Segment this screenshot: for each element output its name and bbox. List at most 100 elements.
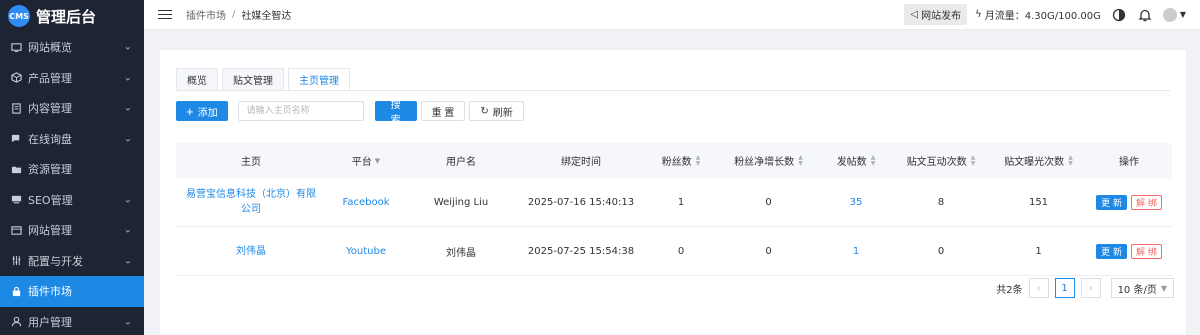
posts-count-link[interactable]: 1 xyxy=(853,246,859,257)
table-row: 易营宝信息科技（北京）有限公司 Facebook Weijing Liu 202… xyxy=(176,178,1172,227)
monitor-icon xyxy=(10,194,22,206)
dashboard-icon xyxy=(10,41,22,53)
monthly-traffic: ϟ 月流量：4.30G/100.00G xyxy=(975,7,1101,22)
toolbar: + 添加 搜 索 重 置 ↻ 刷新 xyxy=(176,100,524,126)
sidebar-item-label: SEO管理 xyxy=(28,193,73,207)
breadcrumb-item-plugins[interactable]: 插件市场 xyxy=(186,7,226,22)
col-header-fans[interactable]: 粉丝数 ▲ ▼ xyxy=(646,153,716,168)
chevron-down-icon: ⌄ xyxy=(123,255,132,267)
pages-table: 主页 平台 ▼ 用户名 绑定时间 粉丝数 ▲ ▼ 粉丝净增长数 ▲ ▼ 发帖数 ▲ ▼… xyxy=(176,143,1172,276)
collapse-menu-icon[interactable] xyxy=(158,7,172,22)
next-page-button[interactable]: › xyxy=(1080,278,1101,298)
refresh-icon: ↻ xyxy=(480,105,489,117)
lock-icon xyxy=(10,285,22,297)
col-header-interactions[interactable]: 贴文互动次数 ▲ ▼ xyxy=(891,153,991,168)
sidebar-item-content[interactable]: 内容管理 ⌄ xyxy=(0,93,144,124)
reset-button[interactable]: 重 置 xyxy=(420,101,466,121)
tab-overview[interactable]: 概览 xyxy=(176,68,218,90)
unbind-button[interactable]: 解 绑 xyxy=(1131,243,1162,259)
total-count: 共2条 xyxy=(996,284,1023,296)
bolt-icon: ϟ xyxy=(975,9,982,20)
username-cell: 刘伟晶 xyxy=(446,247,476,259)
col-header-label: 贴文互动次数 xyxy=(906,157,967,168)
breadcrumb: 插件市场 / 社媒全智达 xyxy=(186,7,291,22)
brand[interactable]: CMS 管理后台 xyxy=(0,0,144,32)
send-icon: ◁ xyxy=(910,9,919,20)
box-icon xyxy=(10,72,22,84)
traffic-label: 月流量：4.30G/100.00G xyxy=(984,11,1101,22)
sidebar-item-label: 产品管理 xyxy=(28,71,72,85)
sort-icon[interactable]: ▲ ▼ xyxy=(871,154,876,167)
interactions-cell: 8 xyxy=(937,196,945,208)
sidebar-item-plugins[interactable]: 插件市场 xyxy=(0,276,144,307)
col-header-page: 主页 xyxy=(241,157,261,168)
bell-icon[interactable] xyxy=(1137,7,1153,23)
sidebar-item-users[interactable]: 用户管理 ⌄ xyxy=(0,307,144,335)
row-actions: 更 新 解 绑 xyxy=(1096,194,1162,210)
refresh-button[interactable]: ↻ 刷新 xyxy=(469,101,524,121)
breadcrumb-separator: / xyxy=(232,9,236,20)
publish-website-button[interactable]: ◁ 网站发布 xyxy=(904,4,968,25)
tab-posts[interactable]: 贴文管理 xyxy=(222,68,284,90)
sort-icon[interactable]: ▲ ▼ xyxy=(798,154,803,167)
col-header-platform[interactable]: 平台 ▼ xyxy=(326,153,406,169)
sidebar-item-config[interactable]: 配置与开发 ⌄ xyxy=(0,246,144,277)
theme-toggle-icon[interactable] xyxy=(1111,7,1127,23)
cms-logo-icon: CMS xyxy=(8,5,30,27)
update-button[interactable]: 更 新 xyxy=(1096,194,1127,210)
chat-icon xyxy=(10,133,22,145)
chevron-down-icon: ⌄ xyxy=(123,194,132,206)
platform-link[interactable]: Facebook xyxy=(343,197,390,208)
refresh-label: 刷新 xyxy=(492,107,513,119)
unbind-button[interactable]: 解 绑 xyxy=(1131,194,1162,210)
col-header-username: 用户名 xyxy=(446,157,476,168)
fans-growth-cell: 0 xyxy=(765,196,772,208)
main-card: 概览 贴文管理 主页管理 + 添加 搜 索 重 置 ↻ 刷新 主页 平台 ▼ 用… xyxy=(160,50,1186,335)
browser-icon xyxy=(10,224,22,236)
search-input[interactable] xyxy=(237,101,364,121)
chevron-down-icon: ⌄ xyxy=(123,72,132,84)
bind-time-cell: 2025-07-25 15:54:38 xyxy=(527,245,635,257)
row-actions: 更 新 解 绑 xyxy=(1096,243,1162,259)
sidebar-item-overview[interactable]: 网站概览 ⌄ xyxy=(0,32,144,63)
fans-cell: 1 xyxy=(677,196,685,208)
page-number-button[interactable]: 1 xyxy=(1054,278,1075,298)
sort-icon[interactable]: ▲ ▼ xyxy=(1068,154,1073,167)
sidebar-item-website[interactable]: 网站管理 ⌄ xyxy=(0,215,144,246)
sort-icon[interactable]: ▲ ▼ xyxy=(696,154,701,167)
sidebar-item-products[interactable]: 产品管理 ⌄ xyxy=(0,63,144,94)
username-cell: Weijing Liu xyxy=(433,196,489,208)
col-header-bind-time: 绑定时间 xyxy=(561,157,601,168)
table-row: 刘伟晶 Youtube 刘伟晶 2025-07-25 15:54:38 0 0 … xyxy=(176,227,1172,276)
platform-link[interactable]: Youtube xyxy=(346,246,386,257)
sidebar-item-resources[interactable]: 资源管理 xyxy=(0,154,144,185)
col-header-posts[interactable]: 发帖数 ▲ ▼ xyxy=(821,153,891,168)
table-header: 主页 平台 ▼ 用户名 绑定时间 粉丝数 ▲ ▼ 粉丝净增长数 ▲ ▼ 发帖数 ▲ ▼… xyxy=(176,143,1172,178)
prev-page-button[interactable]: ‹ xyxy=(1028,278,1049,298)
posts-count-link[interactable]: 35 xyxy=(850,197,863,208)
sidebar-item-inquiry[interactable]: 在线询盘 ⌄ xyxy=(0,124,144,155)
col-header-fans-growth[interactable]: 粉丝净增长数 ▲ ▼ xyxy=(716,153,821,168)
sliders-icon xyxy=(10,255,22,267)
breadcrumb-item-current: 社媒全智达 xyxy=(241,11,292,22)
add-label: 添加 xyxy=(197,107,218,119)
sidebar-item-label: 网站概览 xyxy=(28,41,72,55)
filter-icon[interactable]: ▼ xyxy=(375,157,380,165)
search-button[interactable]: 搜 索 xyxy=(374,100,417,126)
avatar[interactable] xyxy=(1162,7,1177,22)
update-button[interactable]: 更 新 xyxy=(1096,243,1127,259)
col-header-impressions[interactable]: 贴文曝光次数 ▲ ▼ xyxy=(991,153,1086,168)
add-button[interactable]: + 添加 xyxy=(176,101,228,121)
caret-down-icon[interactable]: ▼ xyxy=(1180,10,1186,19)
sidebar-item-label: 配置与开发 xyxy=(28,254,83,268)
page-name-link[interactable]: 易营宝信息科技（北京）有限公司 xyxy=(186,187,316,217)
sidebar-item-label: 用户管理 xyxy=(28,315,72,329)
sidebar-item-seo[interactable]: SEO管理 ⌄ xyxy=(0,185,144,216)
document-icon xyxy=(10,102,22,114)
sidebar-item-label: 插件市场 xyxy=(28,285,72,299)
page-name-link[interactable]: 刘伟晶 xyxy=(236,244,266,259)
page-size-select[interactable]: 10 条/页 ▼ xyxy=(1110,278,1174,298)
tab-pages[interactable]: 主页管理 xyxy=(288,68,350,90)
sidebar: CMS 管理后台 网站概览 ⌄ 产品管理 ⌄ 内容管理 ⌄ 在线询盘 ⌄ 资源管… xyxy=(0,0,144,335)
sort-icon[interactable]: ▲ ▼ xyxy=(971,154,976,167)
